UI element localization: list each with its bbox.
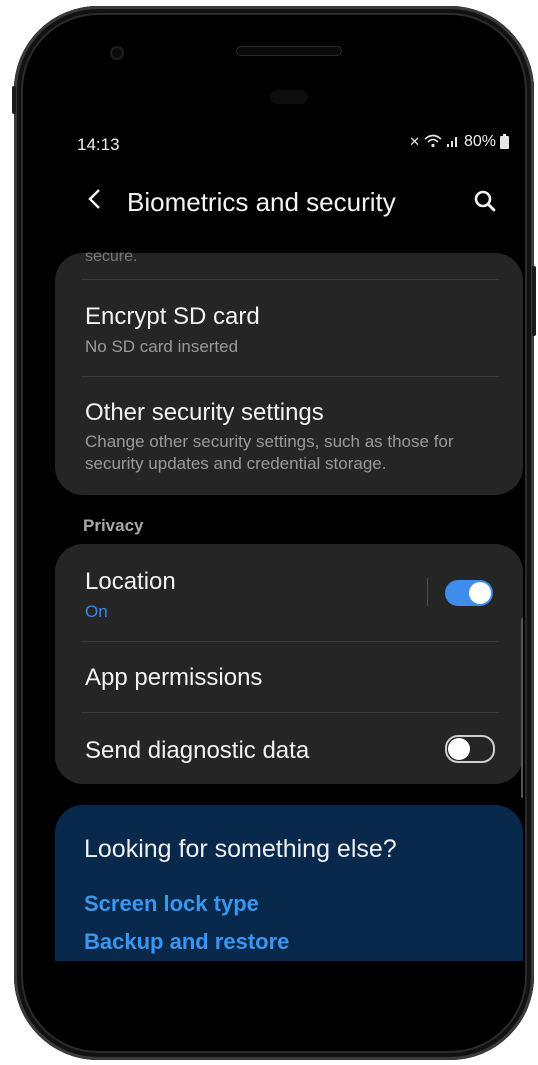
list-item-app-permissions[interactable]: App permissions	[55, 642, 523, 712]
list-item-location[interactable]: Location On	[55, 544, 523, 640]
screen: 14:13 ✕ 80% Biometrics and security secu…	[53, 113, 523, 976]
signal-icon	[446, 134, 460, 151]
back-icon[interactable]	[85, 187, 111, 213]
link-screen-lock-type[interactable]: Screen lock type	[84, 891, 259, 917]
item-title: App permissions	[85, 664, 263, 691]
security-card: secure. Encrypt SD card No SD card inser…	[55, 251, 523, 495]
power-button	[532, 266, 536, 336]
location-status: On	[85, 602, 108, 621]
page-title: Biometrics and security	[127, 187, 396, 217]
phone-frame: 14:13 ✕ 80% Biometrics and security secu…	[12, 6, 536, 1060]
screen-bottom-edge	[53, 961, 523, 976]
wifi-icon	[424, 134, 442, 151]
search-icon[interactable]	[473, 189, 497, 213]
item-title: Send diagnostic data	[85, 737, 310, 764]
privacy-card: Location On App permissions Send diagnos…	[55, 544, 523, 784]
front-camera	[110, 46, 124, 60]
list-item-encrypt-sd[interactable]: Encrypt SD card No SD card inserted	[55, 280, 523, 375]
mute-icon: ✕	[409, 134, 420, 149]
section-header-privacy: Privacy	[83, 516, 144, 535]
volume-button	[12, 86, 16, 114]
vertical-divider	[427, 578, 428, 606]
scrollbar[interactable]	[521, 618, 523, 798]
toggle-knob	[448, 738, 470, 760]
divider	[81, 712, 499, 713]
battery-icon	[500, 133, 509, 149]
location-toggle[interactable]	[445, 580, 493, 606]
item-title: Location	[85, 568, 176, 595]
item-title: Encrypt SD card	[85, 303, 260, 330]
status-time: 14:13	[77, 135, 120, 154]
faded-previous-text: secure.	[85, 251, 138, 263]
looking-for-card: Looking for something else? Screen lock …	[55, 805, 523, 976]
item-title: Other security settings	[85, 399, 324, 426]
proximity-sensor	[270, 90, 308, 104]
list-item-other-security[interactable]: Other security settings Change other sec…	[55, 377, 523, 495]
looking-heading: Looking for something else?	[84, 835, 397, 863]
status-icons: ✕ 80%	[409, 133, 509, 151]
toggle-knob	[469, 582, 491, 604]
earpiece-speaker	[236, 46, 342, 56]
app-bar: Biometrics and security	[53, 179, 523, 229]
status-bar: 14:13 ✕ 80%	[53, 131, 523, 161]
item-subtitle: Change other security settings, such as …	[85, 432, 454, 473]
battery-percent: 80%	[463, 133, 496, 150]
diagnostic-toggle[interactable]	[445, 735, 495, 763]
link-backup-restore[interactable]: Backup and restore	[84, 929, 289, 955]
item-subtitle: No SD card inserted	[85, 337, 239, 356]
